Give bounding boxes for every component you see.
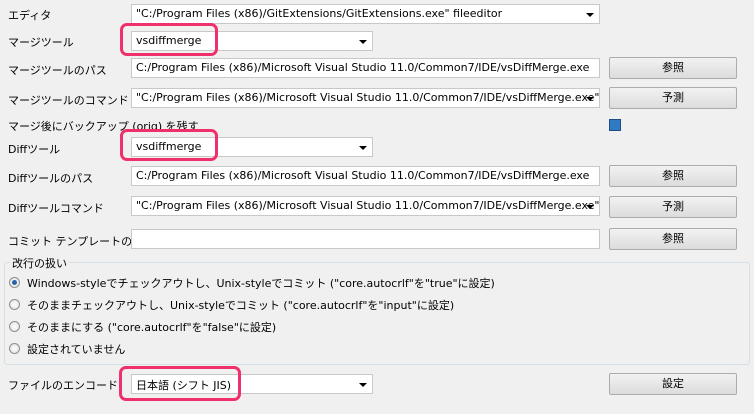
radio-label[interactable]: Windows-styleでチェックアウトし、Unix-styleでコミット (… — [27, 275, 495, 291]
diff-tool-command-label: Diffツールコマンド — [8, 202, 104, 215]
merge-tool-label: マージツール — [8, 36, 74, 49]
chevron-down-icon — [359, 146, 367, 150]
radio-autocrlf-false[interactable] — [9, 321, 20, 332]
diff-tool-path-label: Diffツールのパス — [8, 172, 94, 185]
encoding-combo[interactable]: 日本語 (シフト JIS) — [131, 374, 373, 394]
radio-autocrlf-input[interactable] — [9, 299, 20, 310]
diff-tool-command-value: "C:/Program Files (x86)/Microsoft Visual… — [136, 199, 600, 212]
commit-template-browse-button[interactable]: 参照 — [609, 228, 737, 250]
diff-tool-value: vsdiffmerge — [136, 140, 202, 153]
radio-label[interactable]: 設定されていません — [27, 341, 125, 357]
keep-backup-label: マージ後にバックアップ (orig) を残す — [8, 120, 199, 133]
diff-tool-path-input[interactable]: C:/Program Files (x86)/Microsoft Visual … — [131, 166, 600, 186]
merge-tool-suggest-button[interactable]: 予測 — [609, 87, 737, 109]
merge-tool-command-label: マージツールのコマンド — [8, 94, 129, 107]
merge-tool-combo[interactable]: vsdiffmerge — [131, 31, 373, 51]
diff-tool-command-combo[interactable]: "C:/Program Files (x86)/Microsoft Visual… — [131, 196, 600, 216]
chevron-down-icon — [586, 205, 594, 209]
merge-tool-path-input[interactable]: C:/Program Files (x86)/Microsoft Visual … — [131, 58, 600, 78]
diff-tool-suggest-button[interactable]: 予測 — [609, 196, 737, 218]
diff-tool-combo[interactable]: vsdiffmerge — [131, 137, 373, 157]
chevron-down-icon — [359, 40, 367, 44]
radio-label[interactable]: そのままにする ("core.autocrlf"を"false"に設定) — [27, 319, 276, 335]
encoding-value: 日本語 (シフト JIS) — [136, 379, 232, 392]
chevron-down-icon — [586, 13, 594, 17]
encoding-set-button[interactable]: 設定 — [609, 373, 737, 395]
merge-tool-browse-button[interactable]: 参照 — [609, 57, 737, 79]
chevron-down-icon — [359, 383, 367, 387]
editor-value: "C:/Program Files (x86)/GitExtensions/Gi… — [136, 7, 503, 20]
line-endings-title: 改行の扱い — [10, 255, 69, 271]
chevron-down-icon — [586, 97, 594, 101]
merge-tool-path-label: マージツールのパス — [8, 64, 107, 77]
diff-tool-browse-button[interactable]: 参照 — [609, 165, 737, 187]
keep-backup-checkbox[interactable] — [609, 119, 621, 131]
radio-label[interactable]: そのままチェックアウトし、Unix-styleでコミット ("core.auto… — [27, 297, 454, 313]
editor-combo[interactable]: "C:/Program Files (x86)/GitExtensions/Gi… — [131, 4, 600, 24]
diff-tool-label: Diffツール — [8, 143, 61, 156]
radio-not-set[interactable] — [9, 343, 20, 354]
merge-tool-value: vsdiffmerge — [136, 34, 202, 47]
commit-template-input[interactable] — [131, 229, 600, 249]
merge-tool-command-combo[interactable]: "C:/Program Files (x86)/Microsoft Visual… — [131, 88, 600, 108]
encoding-label: ファイルのエンコード — [8, 379, 118, 392]
editor-label: エディタ — [8, 9, 52, 22]
radio-autocrlf-true[interactable] — [9, 277, 20, 288]
merge-tool-command-value: "C:/Program Files (x86)/Microsoft Visual… — [136, 91, 600, 104]
